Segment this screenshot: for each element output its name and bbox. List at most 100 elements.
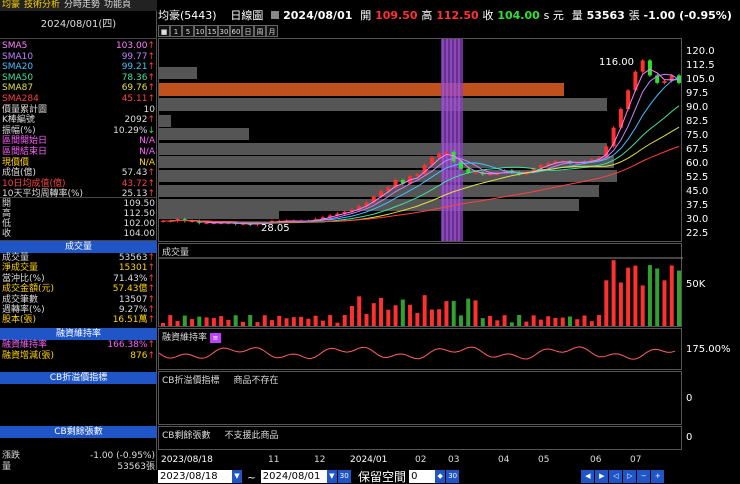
indicator-label: 10日均成值(億) [2, 178, 66, 189]
period-60[interactable]: 60 [230, 25, 242, 37]
price-tick-label: 52.5 [686, 172, 709, 183]
volume-bar [611, 260, 616, 326]
cb-remaining-panel[interactable]: CB剩餘張數 不支援此商品 [158, 426, 682, 450]
toolbar-box-icon[interactable]: ■ [158, 25, 170, 37]
to-date-input[interactable]: 2024/08/01 [260, 470, 327, 483]
tab-stock[interactable]: 均豪 [0, 0, 22, 11]
volume-bar [582, 315, 587, 326]
indicator-value: 10.29%↓ [113, 125, 155, 136]
volume-bar [240, 321, 245, 326]
reserve-space-spinner-icon[interactable]: ◆ [435, 470, 446, 483]
margin-chart[interactable]: 融資維持率 ≡ [158, 328, 682, 370]
volume-bar [633, 265, 638, 326]
volume-label: 成交金額(元) [2, 284, 55, 295]
volume-axis: 50K [683, 243, 740, 327]
arrow-up-icon: ↑ [147, 51, 155, 62]
volume-bar [597, 315, 602, 326]
volume-bar [538, 319, 543, 326]
apply-range-button[interactable]: 30 [337, 470, 351, 483]
period-day[interactable]: 日 [242, 25, 254, 37]
volume-bar [437, 309, 442, 326]
scroll-right-icon[interactable]: ▷ [623, 470, 637, 483]
volume-bar [502, 315, 507, 326]
arrow-up-icon: ↑ [147, 253, 155, 263]
cb-premium-panel[interactable]: CB折溢價指標 商品不存在 [158, 371, 682, 425]
margin-label: 融資增減(張) [2, 350, 55, 361]
ohlc-row: 高 112.50 [2, 209, 155, 220]
arrow-up-icon: ↑ [147, 263, 155, 274]
price-tick-label: 45.0 [686, 186, 709, 197]
period-5[interactable]: 5 [182, 25, 194, 37]
ohlc-label: 低 [2, 219, 12, 229]
unit-label: s 元 [543, 9, 564, 22]
nav-right-icon[interactable]: ▶ [595, 470, 609, 483]
volume-bar [553, 317, 558, 326]
volume-label: 股本(張) [2, 315, 37, 326]
indicator-row: 10日均成值(億) 43.72↑ [2, 179, 155, 190]
to-date-dropdown-icon[interactable]: ▼ [326, 470, 337, 483]
date-tick-label: 2024/01 [350, 455, 388, 465]
price-tick-label: 90.0 [686, 102, 709, 113]
scroll-left-icon[interactable]: ◁ [609, 470, 623, 483]
cb-remaining-title: CB剩餘張數 不支援此商品 [162, 431, 279, 441]
period-30[interactable]: 30 [218, 25, 230, 37]
margin-row: 融資維持率 166.38%↑ [2, 340, 155, 351]
indicator-label: 區間開始日 [2, 136, 48, 147]
period-month[interactable]: 月 [266, 25, 278, 37]
indicator-label: SMA284 [2, 94, 39, 104]
indicator-row: 成值(億) 57.43↑ [2, 168, 155, 179]
candle-body [647, 60, 652, 76]
volume-bar [488, 315, 493, 326]
indicator-value: N/A [139, 147, 155, 157]
candle-body [466, 168, 471, 173]
settings-icon[interactable]: ≡ [209, 332, 221, 343]
info-panel: 均豪 技術分析 分時走勢 功能頁 2024/08/01(四) SMA5 103.00↑ S… [0, 0, 157, 472]
price-chart[interactable]: 116.00 28.05 [158, 38, 682, 242]
volume-panel-title: 成交量 [162, 248, 190, 258]
period-15[interactable]: 15 [206, 25, 218, 37]
indicator-label: 振幅(%) [2, 125, 36, 136]
volume-profile-bar [159, 98, 607, 111]
reserve-apply-button[interactable]: 30 [446, 470, 460, 483]
period-1[interactable]: 1 [170, 25, 182, 37]
volume-bar [248, 315, 253, 326]
cb1-section-header: CB折溢價指標 [0, 372, 157, 384]
volume-chart[interactable]: 成交量 [158, 243, 683, 327]
period-week[interactable]: 周 [254, 25, 266, 37]
ohlc-value: 112.50 [123, 209, 156, 219]
zoom-in-icon[interactable]: + [651, 470, 665, 483]
tab-intraday[interactable]: 分時走勢 [62, 0, 102, 11]
volume-bar [626, 267, 631, 326]
volume-bar [400, 299, 405, 326]
margin-row: 融資增減(張) 876↑ [2, 351, 155, 362]
period-toolbar: ■ 1 5 10 15 30 60 日周月 [158, 25, 288, 38]
volume-bar [640, 285, 645, 326]
from-date-input[interactable]: 2023/08/18 [158, 470, 232, 483]
zoom-out-icon[interactable]: − [637, 470, 651, 483]
period-10[interactable]: 10 [194, 25, 206, 37]
volume-row: 成交筆數 13507↑ [2, 295, 155, 306]
margin-value: 876↑ [130, 350, 155, 361]
indicator-label: 價量累計圖 [2, 104, 48, 115]
volume-row: 淨成交量 15301↑ [2, 263, 155, 274]
bottom-info-value: 53563張 [117, 461, 155, 472]
from-date-dropdown-icon[interactable]: ▼ [232, 470, 242, 483]
square-icon [271, 11, 280, 19]
indicator-row: SMA5 103.00↑ [2, 41, 155, 52]
candle-body [473, 172, 478, 174]
date-tick-label: 07 [630, 455, 642, 465]
reserve-space-input[interactable]: 0 [409, 470, 436, 483]
indicator-value: 45.11↑ [121, 94, 155, 104]
volume-profile-bar [159, 170, 617, 182]
ohlc-row: 低 102.00 [2, 219, 155, 230]
divider [0, 197, 157, 198]
volume-value: 15301↑ [118, 263, 155, 274]
tab-technical[interactable]: 技術分析 [22, 0, 62, 11]
volume-row: 週轉率(%) 9.27%↑ [2, 305, 155, 316]
nav-left-icon[interactable]: ◀ [581, 470, 595, 483]
tab-bar: 均豪 技術分析 分時走勢 功能頁 [0, 0, 157, 11]
price-tick-label: 82.5 [686, 116, 709, 127]
volume-bar [226, 319, 231, 326]
volume-bar [364, 313, 369, 326]
tab-function[interactable]: 功能頁 [102, 0, 133, 11]
